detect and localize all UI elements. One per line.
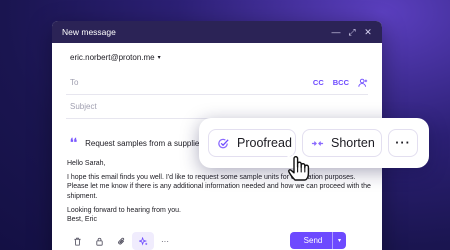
- body-closing-line: Looking forward to hearing from you.: [67, 206, 182, 214]
- to-label: To: [70, 78, 79, 87]
- more-icon[interactable]: ···: [154, 232, 176, 250]
- from-selector[interactable]: eric.norbert@proton.me ▾: [52, 43, 382, 71]
- proofread-check-icon: [218, 138, 229, 148]
- close-icon[interactable]: ✕: [360, 24, 376, 40]
- send-options-chevron-icon[interactable]: ▾: [332, 232, 346, 249]
- add-contact-icon[interactable]: [358, 78, 368, 88]
- proofread-button[interactable]: Proofread: [208, 129, 296, 157]
- quote-icon: ❛❛: [70, 136, 78, 149]
- sparkle-icon[interactable]: [132, 232, 154, 250]
- window-title: New message: [62, 27, 116, 37]
- subject-placeholder: Subject: [70, 102, 97, 111]
- cc-button[interactable]: CC: [313, 78, 324, 87]
- send-button[interactable]: Send: [290, 236, 332, 245]
- assistant-prompt-text: Request samples from a supplier: [85, 138, 203, 148]
- chevron-down-icon: ▾: [157, 54, 161, 61]
- assistant-prompt[interactable]: ❛❛ Request samples from a supplier: [66, 133, 216, 153]
- from-address: eric.norbert@proton.me: [70, 52, 155, 62]
- send-button-group: Send ▾: [290, 232, 346, 249]
- bcc-button[interactable]: BCC: [333, 78, 349, 87]
- body-signoff: Best, Eric: [67, 216, 97, 224]
- body-paragraph: I hope this email finds you well. I'd li…: [67, 173, 371, 200]
- body-closing: Looking forward to hearing from you. Bes…: [67, 206, 372, 225]
- subject-field[interactable]: Subject: [66, 95, 368, 119]
- lock-icon[interactable]: [88, 232, 110, 250]
- more-actions-button[interactable]: ···: [388, 129, 418, 157]
- hand-cursor-icon: [287, 150, 310, 181]
- trash-icon[interactable]: [66, 232, 88, 250]
- shorten-label: Shorten: [331, 136, 375, 150]
- compose-toolbar: ··· Send ▾: [52, 230, 382, 250]
- shorten-arrows-icon: [311, 140, 324, 146]
- message-body[interactable]: Hello Sarah, I hope this email finds you…: [67, 159, 372, 229]
- minimize-icon[interactable]: —: [328, 24, 344, 40]
- expand-icon[interactable]: ⤢: [344, 24, 360, 40]
- to-field[interactable]: To CC BCC: [66, 71, 368, 95]
- attachment-icon[interactable]: [110, 232, 132, 250]
- proofread-label: Proofread: [237, 136, 292, 150]
- compose-titlebar: New message — ⤢ ✕: [52, 21, 382, 43]
